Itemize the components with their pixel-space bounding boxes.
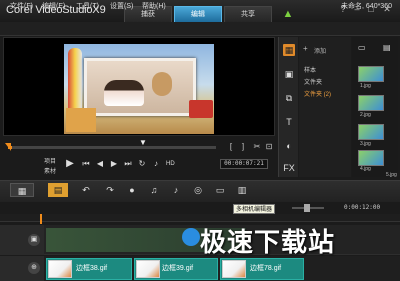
library-folder-2[interactable]: 文件夹 (2)	[304, 89, 331, 98]
undo-icon[interactable]: ↶	[78, 183, 94, 197]
play-icon[interactable]: ▶	[64, 158, 76, 170]
preview-bus	[189, 100, 213, 118]
watermark-text: 极速下载站	[200, 228, 336, 258]
thumbnail-caption: 3.jpg	[360, 141, 371, 147]
timeline-playhead[interactable]	[40, 214, 42, 224]
library-folder-pane	[299, 37, 351, 177]
timeline-ruler[interactable]	[0, 214, 400, 222]
mark-in-button[interactable]: [	[226, 142, 236, 152]
preview-teddy-bear	[152, 72, 172, 96]
home-icon[interactable]: ⏮	[80, 158, 92, 170]
tab-share[interactable]: 共享	[224, 6, 272, 22]
instant-project-icon[interactable]: ▣	[283, 68, 295, 80]
preview-house	[66, 108, 96, 132]
overlay-clip-thumbnail	[136, 260, 160, 278]
library-folder-samples[interactable]: 样本	[304, 65, 316, 74]
preview-girl	[104, 80, 144, 106]
end-icon[interactable]: ⏭	[122, 158, 134, 170]
zoom-slider-knob[interactable]	[304, 204, 310, 212]
overlay-clip-name: 边框38.gif	[76, 265, 108, 272]
overlay-clip-name: 边框39.gif	[162, 265, 194, 272]
project-mode-label[interactable]: 项目	[44, 156, 56, 165]
sound-mixer-icon[interactable]: ♫	[146, 183, 162, 197]
graphic-icon[interactable]: ◐	[283, 140, 295, 152]
preview-rocket	[68, 48, 82, 110]
thumbnail-caption: 2.jpg	[360, 112, 371, 118]
subtitle-editor-icon[interactable]: ▭	[212, 183, 228, 197]
fx-filter-icon[interactable]: FX	[283, 162, 295, 174]
tooltip: 多相机编辑器	[233, 204, 276, 214]
trim-in-marker[interactable]	[5, 143, 11, 151]
thumbnail-caption: 5.jpg	[386, 172, 397, 178]
storyboard-view-icon[interactable]: ▦	[10, 183, 34, 197]
repeat-icon[interactable]: ↻	[136, 158, 148, 170]
thumbnail-caption: 4.jpg	[360, 166, 371, 172]
add-folder-icon[interactable]: +	[303, 44, 308, 53]
library-toolbar	[278, 37, 298, 177]
overlay-clip-thumbnail	[222, 260, 246, 278]
timeline-duration[interactable]: 0:00:12:00	[344, 204, 390, 211]
library-folder[interactable]: 文件夹	[304, 77, 322, 86]
menu-edit[interactable]: 编辑(E)	[42, 1, 65, 13]
overlay-track-icon[interactable]: ⊕	[28, 262, 40, 274]
title-icon[interactable]: T	[283, 116, 295, 128]
tab-edit[interactable]: 编辑	[174, 6, 222, 22]
media-library-icon[interactable]: ▦	[283, 44, 295, 56]
hd-preview-toggle[interactable]: HD	[166, 158, 175, 170]
add-folder-label[interactable]: 添加	[314, 46, 326, 55]
record-capture-icon[interactable]: ●	[124, 183, 140, 197]
menu-bar	[0, 22, 400, 36]
next-frame-icon[interactable]: ▶	[108, 158, 120, 170]
multi-camera-editor-icon[interactable]: ▥	[234, 183, 250, 197]
auto-music-icon[interactable]: ♪	[168, 183, 184, 197]
thumbnail-caption: 1.jpg	[360, 83, 371, 89]
library-thumbnail[interactable]	[358, 124, 384, 140]
player-timecode[interactable]: 00:00:07:21	[220, 159, 268, 169]
upload-icon[interactable]: ▲	[282, 8, 294, 20]
menu-settings[interactable]: 设置(S)	[110, 1, 133, 13]
previous-frame-icon[interactable]: ◀	[94, 158, 106, 170]
video-track-icon[interactable]: ▣	[28, 234, 40, 246]
menu-tools[interactable]: 工具(T)	[76, 1, 99, 13]
import-folder-icon[interactable]: ▭	[358, 43, 366, 52]
transition-icon[interactable]: ⧉	[283, 92, 295, 104]
motion-tracking-icon[interactable]: ◎	[190, 183, 206, 197]
overlay-clip-thumbnail	[48, 260, 72, 278]
overlay-clip-name: 边框78.gif	[250, 265, 282, 272]
library-thumbnail[interactable]	[358, 95, 384, 111]
scrubber-track[interactable]	[8, 146, 216, 149]
enlarge-icon[interactable]: ⊡	[264, 142, 274, 152]
menu-help[interactable]: 帮助(H)	[142, 1, 166, 13]
volume-icon[interactable]: ♪	[150, 158, 162, 170]
preview-window[interactable]	[3, 37, 275, 136]
scrubber-handle-icon[interactable]: ▼	[139, 139, 147, 147]
redo-icon[interactable]: ↷	[102, 183, 118, 197]
view-options-icon[interactable]: ▤	[383, 43, 391, 52]
menu-file[interactable]: 文件(F)	[10, 1, 33, 13]
library-thumbnail[interactable]	[358, 66, 384, 82]
split-clip-icon[interactable]: ✂	[252, 142, 262, 152]
clip-mode-label[interactable]: 素材	[44, 166, 56, 175]
watermark-logo	[182, 228, 200, 246]
mark-out-button[interactable]: ]	[238, 142, 248, 152]
library-thumbnail[interactable]	[358, 150, 384, 166]
project-name: 未命名, 640*360	[341, 3, 392, 10]
timeline-view-icon[interactable]: ▤	[48, 183, 68, 197]
